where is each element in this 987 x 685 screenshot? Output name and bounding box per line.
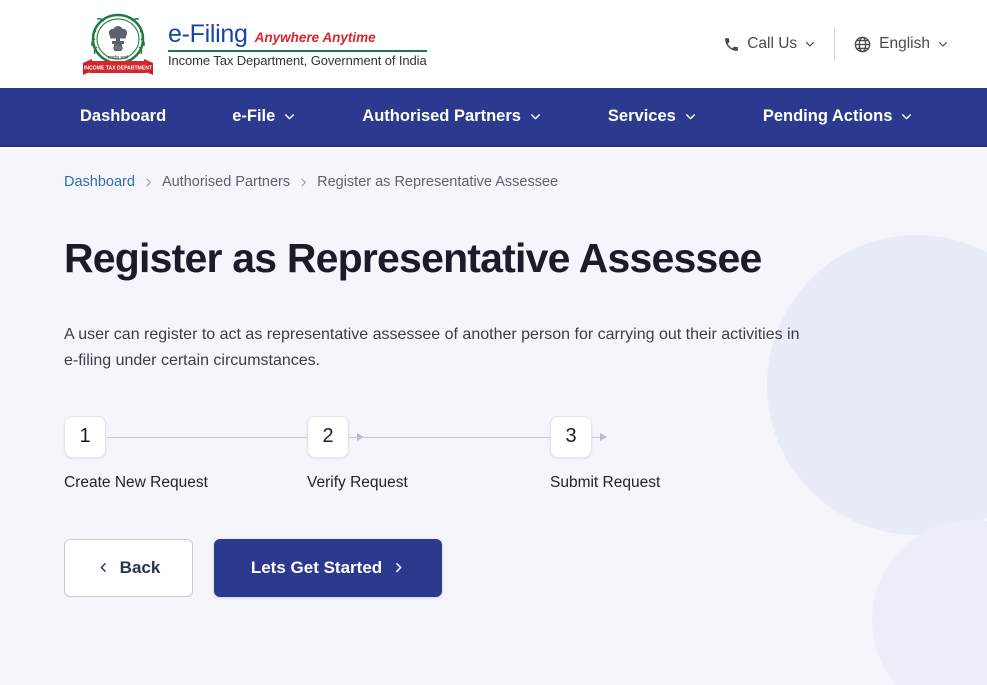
page-description: A user can register to act as representa… bbox=[64, 326, 800, 369]
brand-tagline-text: Anywhere Anytime bbox=[254, 29, 376, 45]
main-navigation: Dashboard e-File Authorised Partners Ser… bbox=[0, 88, 987, 147]
site-header: सत्यमेव जयते INCOME TAX DEPARTMENT e-Fil… bbox=[0, 0, 987, 88]
page-content: Dashboard Authorised Partners Register a… bbox=[0, 147, 987, 597]
nav-item-dashboard[interactable]: Dashboard bbox=[80, 107, 166, 126]
nav-item-label: Authorised Partners bbox=[362, 107, 521, 125]
nav-item-services[interactable]: Services bbox=[608, 107, 697, 126]
brand-efiling-text: e-Filing bbox=[168, 19, 248, 48]
brand-subtitle-text: Income Tax Department, Government of Ind… bbox=[168, 52, 427, 68]
emblem-ribbon-text: INCOME TAX DEPARTMENT bbox=[84, 66, 153, 72]
language-label: English bbox=[879, 35, 930, 52]
page-title: Register as Representative Assessee bbox=[64, 235, 762, 281]
brand-logo[interactable]: सत्यमेव जयते INCOME TAX DEPARTMENT e-Fil… bbox=[80, 11, 427, 77]
lets-get-started-button[interactable]: Lets Get Started bbox=[214, 538, 442, 597]
call-us-label: Call Us bbox=[747, 35, 798, 52]
brand-divider-rule bbox=[168, 49, 427, 52]
phone-icon bbox=[725, 37, 739, 51]
step-label: Submit Request bbox=[550, 473, 661, 491]
chevron-down-icon bbox=[806, 41, 815, 47]
chevron-right-icon bbox=[301, 178, 307, 186]
chevron-down-icon bbox=[902, 114, 912, 120]
chevron-down-icon bbox=[285, 114, 295, 120]
step-number-box: 2 bbox=[307, 415, 349, 458]
globe-icon bbox=[854, 36, 871, 52]
step-number-box: 1 bbox=[64, 415, 106, 458]
nav-item-pending-actions[interactable]: Pending Actions bbox=[763, 107, 914, 126]
call-us-menu[interactable]: Call Us bbox=[705, 35, 834, 53]
stepper-step-3[interactable]: 3 Submit Request bbox=[550, 415, 660, 491]
language-selector[interactable]: English bbox=[835, 35, 967, 54]
svg-text:सत्यमेव जयते: सत्यमेव जयते bbox=[108, 55, 129, 60]
brand-wordmark: e-Filing Anywhere Anytime Income Tax Dep… bbox=[168, 19, 427, 68]
lets-get-started-label: Lets Get Started bbox=[250, 557, 383, 577]
back-button[interactable]: Back bbox=[64, 538, 193, 597]
breadcrumb-item-authorised-partners[interactable]: Authorised Partners bbox=[162, 174, 290, 190]
nav-item-label: Dashboard bbox=[80, 107, 167, 125]
breadcrumb: Dashboard Authorised Partners Register a… bbox=[64, 147, 987, 190]
chevron-right-icon bbox=[146, 178, 151, 186]
nav-item-label: e-File bbox=[232, 107, 276, 125]
breadcrumb-item-dashboard[interactable]: Dashboard bbox=[64, 174, 135, 190]
chevron-down-icon bbox=[938, 41, 948, 47]
progress-stepper: 1 Create New Request 2 Verify Request 3 … bbox=[64, 415, 684, 491]
action-buttons: Back Lets Get Started bbox=[64, 538, 987, 597]
chevron-down-icon bbox=[530, 114, 540, 120]
income-tax-emblem-icon: सत्यमेव जयते INCOME TAX DEPARTMENT bbox=[83, 13, 153, 75]
stepper-step-1[interactable]: 1 Create New Request bbox=[64, 415, 208, 491]
nav-item-efile[interactable]: e-File bbox=[232, 107, 296, 126]
stepper-step-2[interactable]: 2 Verify Request bbox=[307, 415, 408, 491]
header-utility-bar: Call Us English bbox=[705, 27, 967, 61]
nav-item-label: Pending Actions bbox=[762, 107, 893, 125]
chevron-right-icon bbox=[396, 563, 402, 573]
chevron-left-icon bbox=[100, 563, 106, 573]
step-label: Verify Request bbox=[307, 473, 408, 491]
breadcrumb-item-current: Register as Representative Assessee bbox=[317, 174, 559, 190]
step-number-box: 3 bbox=[550, 415, 592, 458]
chevron-down-icon bbox=[685, 114, 695, 120]
nav-item-label: Services bbox=[607, 107, 676, 125]
back-button-label: Back bbox=[119, 557, 161, 577]
step-label: Create New Request bbox=[64, 473, 208, 491]
nav-item-authorised-partners[interactable]: Authorised Partners bbox=[362, 107, 542, 126]
